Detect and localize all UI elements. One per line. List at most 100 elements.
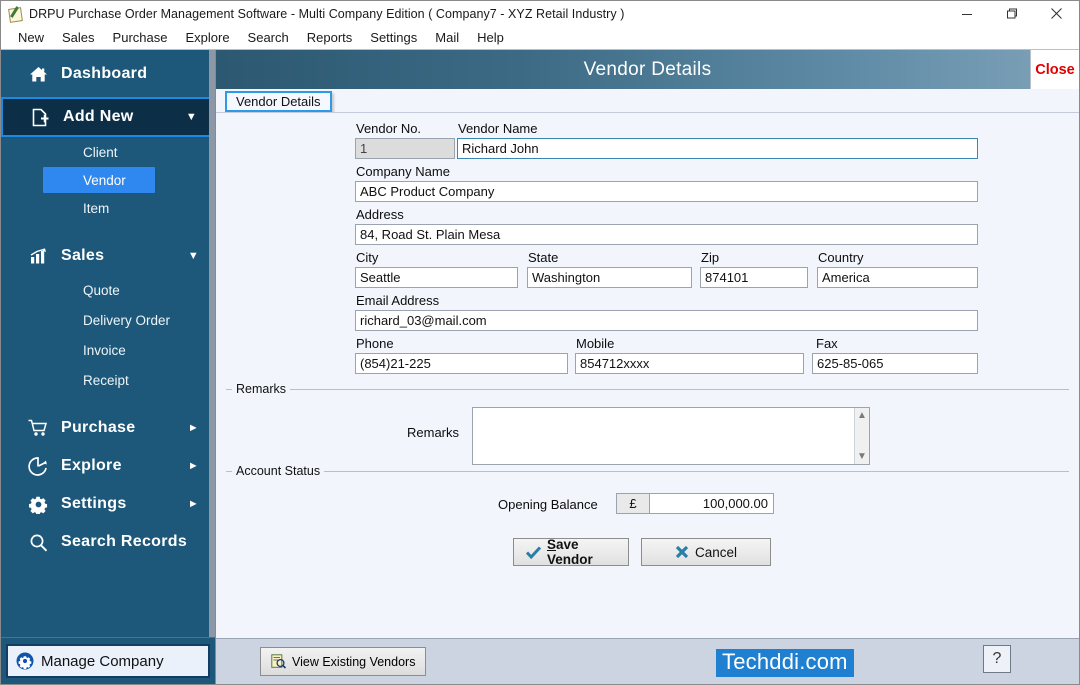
mobile-label: Mobile [576,336,615,351]
vendor-no-input[interactable]: 1 [355,138,455,159]
state-label: State [528,250,559,265]
view-existing-vendors-button[interactable]: View Existing Vendors [260,647,427,676]
help-button[interactable]: ? [983,645,1011,673]
sidebar-item-explore[interactable]: Explore ► [1,447,215,485]
sidebar-item-client[interactable]: Client [1,137,215,167]
city-input[interactable]: Seattle [355,267,518,288]
sidebar-item-item[interactable]: Item [1,193,215,223]
sidebar-label-invoice: Invoice [83,342,126,358]
country-input[interactable]: America [817,267,978,288]
sidebar-label-explore: Explore [61,457,122,474]
application-window: DRPU Purchase Order Management Software … [0,0,1080,685]
email-label: Email Address [356,293,440,308]
sidebar-label-client: Client [83,144,118,160]
vendor-details-form: Vendor No. Vendor Name 1 Richard John Co… [216,113,1079,638]
sidebar-scroll-region: Dashboard Add New ▼ Client Vendor Item S… [1,50,215,637]
tab-vendor-details[interactable]: Vendor Details [225,91,332,112]
menu-bar: New Sales Purchase Explore Search Report… [1,26,1079,50]
remarks-field-label: Remarks [407,425,460,440]
opening-balance-field[interactable]: £ 100,000.00 [616,493,774,514]
sidebar-label-item: Item [83,200,110,216]
sidebar-label-dashboard: Dashboard [61,65,148,82]
sidebar-item-purchase[interactable]: Purchase ► [1,409,215,447]
window-controls [944,1,1079,26]
chevron-right-icon: ► [187,422,199,434]
sidebar-footer: Manage Company [1,637,215,684]
save-vendor-button[interactable]: Save Vendor [513,537,629,567]
mobile-input[interactable]: 854712xxxx [575,353,804,374]
cancel-button[interactable]: Cancel [641,538,771,566]
zip-input[interactable]: 874101 [700,267,808,288]
pie-chart-icon [25,456,51,476]
account-status-group: Account Status Opening Balance £ 100,000… [226,464,1069,530]
sidebar-item-dashboard[interactable]: Dashboard [1,55,215,93]
chevron-right-icon: ► [187,498,199,510]
sidebar-item-receipt[interactable]: Receipt [1,365,215,395]
sidebar-item-invoice[interactable]: Invoice [1,335,215,365]
address-label: Address [356,207,404,222]
menu-item-mail[interactable]: Mail [426,28,468,47]
fax-input[interactable]: 625-85-065 [812,353,978,374]
gear-circle-icon [16,652,34,670]
sidebar-item-settings[interactable]: Settings ► [1,485,215,523]
panel-header: Vendor Details Close [216,50,1079,89]
window-title: DRPU Purchase Order Management Software … [29,6,625,21]
sidebar-item-delivery-order[interactable]: Delivery Order [1,305,215,335]
close-icon[interactable] [1034,1,1079,26]
vendor-name-label: Vendor Name [458,121,538,136]
remarks-scrollbar[interactable]: ▲ ▼ [854,408,869,464]
menu-item-settings[interactable]: Settings [361,28,426,47]
maximize-icon[interactable] [989,1,1034,26]
cart-icon [25,419,51,437]
remarks-textarea[interactable]: ▲ ▼ [472,407,870,465]
gear-icon [25,495,51,514]
menu-item-new[interactable]: New [9,28,53,47]
sidebar-item-vendor[interactable]: Vendor [43,167,155,193]
close-button[interactable]: Close [1030,50,1079,89]
vendor-name-input[interactable]: Richard John [457,138,978,159]
phone-label: Phone [356,336,394,351]
state-input[interactable]: Washington [527,267,692,288]
company-name-label: Company Name [356,164,450,179]
sidebar-label-quote: Quote [83,282,120,298]
sidebar-item-search-records[interactable]: Search Records [1,523,215,561]
app-notepad-pencil-icon [7,5,23,23]
main-panel: Vendor Details Close Vendor Details Vend… [216,50,1079,684]
opening-balance-value[interactable]: 100,000.00 [650,494,773,513]
minimize-icon[interactable] [944,1,989,26]
sidebar-label-sales: Sales [61,247,105,264]
menu-item-search[interactable]: Search [239,28,298,47]
check-icon [526,545,541,559]
manage-company-button[interactable]: Manage Company [6,644,210,678]
magnifier-icon [25,533,51,552]
sidebar-scrollbar[interactable] [209,50,215,637]
sidebar-item-add-new[interactable]: Add New ▼ [1,97,215,137]
manage-company-label: Manage Company [41,652,164,670]
country-label: Country [818,250,864,265]
remarks-group-title: Remarks [232,382,291,396]
sidebar-label-receipt: Receipt [83,372,129,388]
city-label: City [356,250,379,265]
remarks-textarea-value [473,408,869,412]
menu-item-explore[interactable]: Explore [176,28,238,47]
home-icon [25,66,51,83]
fax-label: Fax [816,336,838,351]
sidebar-label-add-new: Add New [63,108,134,125]
company-name-input[interactable]: ABC Product Company [355,181,978,202]
menu-item-purchase[interactable]: Purchase [104,28,177,47]
sidebar-item-sales[interactable]: Sales ▼ [1,237,215,275]
opening-balance-label: Opening Balance [498,497,598,512]
chevron-up-icon: ▲ [857,410,867,421]
chevron-down-icon: ▼ [185,111,197,123]
page-title: Vendor Details [583,58,712,80]
watermark-badge: Techddi.com [716,649,854,677]
chevron-right-icon: ► [187,460,199,472]
sidebar-item-quote[interactable]: Quote [1,275,215,305]
menu-item-help[interactable]: Help [468,28,513,47]
menu-item-sales[interactable]: Sales [53,28,104,47]
save-vendor-mnemonic: S [547,537,557,552]
menu-item-reports[interactable]: Reports [298,28,362,47]
phone-input[interactable]: (854)21-225 [355,353,568,374]
address-input[interactable]: 84, Road St. Plain Mesa [355,224,978,245]
email-input[interactable]: richard_03@mail.com [355,310,978,331]
